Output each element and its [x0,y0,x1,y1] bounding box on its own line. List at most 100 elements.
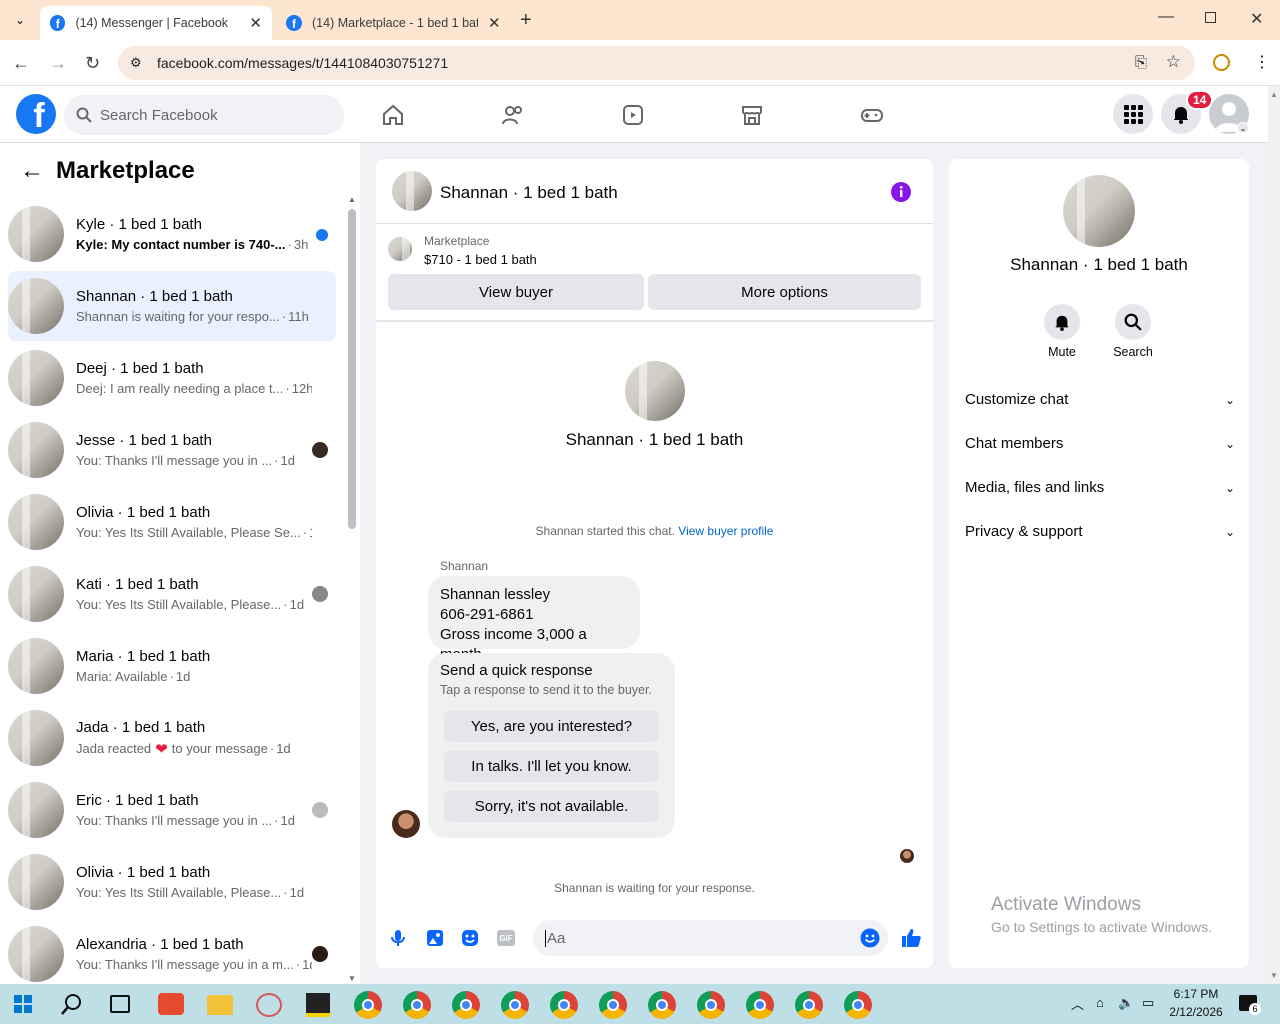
bookmark-star-icon[interactable]: ☆ [1166,52,1181,72]
task-view-icon[interactable] [110,995,130,1013]
marketplace-icon[interactable] [740,103,764,127]
reload-icon[interactable]: ↻ [85,53,105,73]
conversation-item[interactable]: Alexandria · 1 bed 1 bath You: Thanks I'l… [8,919,336,989]
snippet-text: Shannan is waiting for your respo... [76,309,280,324]
emoji-icon[interactable] [860,928,880,948]
tab-messenger[interactable]: f (14) Messenger | Facebook ✕ [40,6,272,40]
app-sticky-icon[interactable] [306,993,330,1017]
view-buyer-profile-link[interactable]: View buyer profile [678,524,773,538]
chrome-taskbar-icon[interactable] [844,991,872,1019]
chrome-taskbar-icon[interactable] [599,991,627,1019]
clock-time[interactable]: 6:17 PM [1166,987,1226,1001]
chat-header-avatar[interactable] [392,171,432,211]
site-info-icon[interactable]: ⚙ [130,55,142,71]
profile-icon[interactable] [1213,54,1230,71]
conversation-item[interactable]: Maria · 1 bed 1 bath Maria: Available · 1d [8,631,336,701]
new-tab-icon[interactable]: + [520,9,532,32]
friends-icon[interactable] [501,103,525,127]
chrome-taskbar-icon[interactable] [354,991,382,1019]
maximize-icon[interactable] [1205,12,1216,23]
forward-arrow-icon[interactable]: → [49,53,69,73]
info-icon[interactable] [890,181,912,203]
close-tab-icon[interactable]: ✕ [249,14,262,32]
listing-thumbnail[interactable] [388,237,412,261]
microphone-icon[interactable] [390,929,406,947]
quick-reply-button[interactable]: In talks. I'll let you know. [444,751,659,782]
tray-display-icon[interactable]: ▭ [1142,995,1154,1011]
chrome-taskbar-icon[interactable] [697,991,725,1019]
details-avatar[interactable] [1063,175,1135,247]
customize-chat-section[interactable]: Customize chat ⌄ [965,391,1235,408]
app-red-icon[interactable] [158,993,184,1015]
view-buyer-button[interactable]: View buyer [388,274,644,310]
intro-name: Shannan · 1 bed 1 bath [565,430,744,449]
close-tab-icon[interactable]: ✕ [488,14,501,32]
photo-icon[interactable] [426,929,444,947]
sticker-icon[interactable] [461,929,479,947]
more-options-button[interactable]: More options [648,274,921,310]
intro-avatar[interactable] [625,361,685,421]
conversation-item[interactable]: Deej · 1 bed 1 bath Deej: I am really nee… [8,343,336,413]
install-icon[interactable]: ⎘ [1135,54,1147,71]
chat-title[interactable]: Shannan · 1 bed 1 bath [440,183,618,203]
browser-menu-icon[interactable]: ⋮ [1254,52,1270,72]
listing-title[interactable]: $710 - 1 bed 1 bath [424,252,537,267]
app-snip-icon[interactable] [256,993,282,1017]
chat-members-section[interactable]: Chat members ⌄ [965,435,1235,452]
chrome-taskbar-icon[interactable] [550,991,578,1019]
conversation-item[interactable]: Shannan · 1 bed 1 bath Shannan is waiting… [8,271,336,341]
conversation-item[interactable]: Jesse · 1 bed 1 bath You: Thanks I'll mes… [8,415,336,485]
search-facebook-input[interactable]: Search Facebook [64,95,344,135]
scrollbar-thumb[interactable] [348,209,356,529]
windows-start-icon[interactable] [14,995,32,1013]
url-field[interactable]: ⚙ facebook.com/messages/t/14410840307512… [118,46,1195,80]
tab-search-icon[interactable]: ⌄ [10,10,30,30]
chrome-taskbar-icon[interactable] [452,991,480,1019]
account-chevron-icon[interactable]: ⌄ [1237,122,1249,134]
conversation-avatar [8,278,64,334]
chrome-taskbar-icon[interactable] [746,991,774,1019]
conversation-item[interactable]: Eric · 1 bed 1 bath You: Thanks I'll mess… [8,775,336,845]
conversation-item[interactable]: Olivia · 1 bed 1 bath You: Yes Its Still … [8,487,336,557]
conversation-item[interactable]: Kyle · 1 bed 1 bath Kyle: My contact numb… [8,199,336,269]
video-icon[interactable] [621,103,645,127]
message-input[interactable]: Aa [533,920,888,956]
taskbar-search-icon[interactable] [61,993,83,1015]
mute-button[interactable] [1044,304,1080,340]
tray-chevron-icon[interactable]: ︿ [1071,994,1084,1013]
media-files-section[interactable]: Media, files and links ⌄ [965,479,1235,496]
chrome-taskbar-icon[interactable] [795,991,823,1019]
quick-reply-button[interactable]: Sorry, it's not available. [444,791,659,822]
back-arrow-icon[interactable]: ← [20,157,44,185]
search-in-chat-button[interactable] [1115,304,1151,340]
quick-reply-button[interactable]: Yes, are you interested? [444,711,659,742]
tab-marketplace[interactable]: f (14) Marketplace - 1 bed 1 bath ✕ [276,6,512,40]
conversation-item[interactable]: Kati · 1 bed 1 bath You: Yes Its Still Av… [8,559,336,629]
tray-network-icon[interactable]: ⌂ [1096,995,1104,1010]
chrome-taskbar-icon[interactable] [403,991,431,1019]
minimize-icon[interactable]: — [1158,8,1174,26]
file-explorer-icon[interactable] [207,995,233,1015]
chrome-taskbar-icon[interactable] [648,991,676,1019]
gif-icon[interactable]: GIF [497,930,515,946]
conversation-item[interactable]: Jada · 1 bed 1 bath Jada reacted ❤ to your … [8,703,336,773]
like-thumb-icon[interactable] [900,927,922,949]
privacy-support-section[interactable]: Privacy & support ⌄ [965,523,1235,540]
home-icon[interactable] [381,103,405,127]
page-scrollbar[interactable]: ▲ ▼ [1268,86,1280,984]
sender-avatar[interactable] [392,810,420,838]
snippet-text: to your message [171,741,268,756]
facebook-logo-icon[interactable]: f [16,94,56,134]
message-bubble[interactable]: Shannan lessley 606-291-6861 Gross incom… [428,576,640,663]
conversation-item[interactable]: Olivia · 1 bed 1 bath You: Yes Its Still … [8,847,336,917]
close-window-icon[interactable]: ✕ [1250,9,1263,29]
gaming-icon[interactable] [860,103,884,127]
menu-grid-icon[interactable] [1113,94,1153,134]
back-arrow-icon[interactable]: ← [12,53,32,73]
conversation-name: Olivia · 1 bed 1 bath [76,864,211,881]
conversation-snippet: Kyle: My contact number is 740-... · 3h [76,237,309,252]
conversation-scrollbar[interactable]: ▲ ▼ [346,195,358,983]
chrome-taskbar-icon[interactable] [501,991,529,1019]
tray-volume-icon[interactable]: 🔈 [1118,995,1134,1011]
clock-date[interactable]: 2/12/2026 [1163,1005,1229,1019]
